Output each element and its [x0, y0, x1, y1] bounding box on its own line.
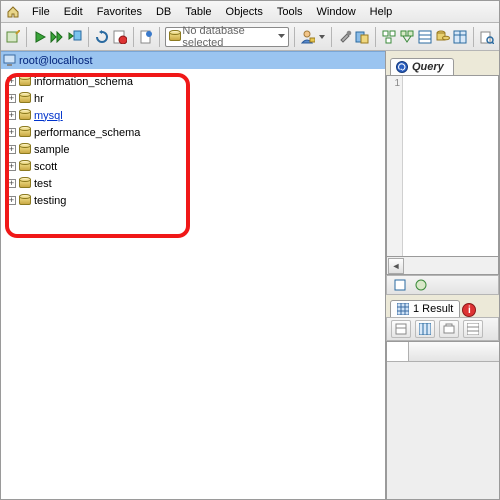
expand-icon[interactable]: +	[7, 77, 16, 86]
database-icon	[19, 143, 31, 156]
db-item-information_schema[interactable]: + information_schema	[5, 73, 381, 90]
menu-favorites[interactable]: Favorites	[90, 4, 149, 20]
tool-icon-1[interactable]	[337, 28, 353, 46]
result-tab-bar: 1 Result i	[386, 295, 499, 317]
db-label: hr	[34, 93, 44, 105]
db-label: information_schema	[34, 76, 133, 88]
expand-icon[interactable]: +	[7, 179, 16, 188]
chevron-down-icon[interactable]	[318, 30, 326, 44]
database-icon	[19, 160, 31, 173]
schema-icon-2[interactable]	[399, 28, 415, 46]
database-icon	[169, 30, 179, 43]
database-icon	[19, 194, 31, 207]
monitor-icon	[3, 54, 16, 67]
menu-tools[interactable]: Tools	[270, 4, 310, 20]
expand-icon[interactable]: +	[7, 111, 16, 120]
tab-result-1[interactable]: 1 Result	[390, 300, 460, 317]
result-tab-label: 1 Result	[413, 303, 453, 315]
database-tree: + information_schema + hr + mysql + performance…	[1, 69, 385, 213]
script-icon[interactable]	[138, 28, 154, 46]
database-icon	[19, 92, 31, 105]
query-tab-icon	[396, 61, 408, 73]
result-toolbar	[386, 317, 499, 341]
db-label: sample	[34, 144, 69, 156]
menu-table[interactable]: Table	[178, 4, 218, 20]
execute-and-edit-icon[interactable]	[67, 28, 83, 46]
result-btn-3[interactable]	[439, 320, 459, 338]
database-selector[interactable]: No database selected	[165, 27, 289, 47]
db-item-testing[interactable]: + testing	[5, 192, 381, 209]
stop-icon[interactable]	[112, 28, 128, 46]
refresh-icon[interactable]	[94, 28, 110, 46]
new-connection-icon[interactable]	[5, 28, 21, 46]
home-icon[interactable]	[5, 4, 21, 20]
result-grid-icon	[397, 303, 409, 315]
tool-icon-2[interactable]	[355, 28, 371, 46]
connection-root[interactable]: root@localhost	[1, 51, 385, 69]
result-grid[interactable]	[386, 341, 499, 499]
expand-icon[interactable]: +	[7, 162, 16, 171]
find-icon[interactable]	[479, 28, 495, 46]
table-icon-1[interactable]	[417, 28, 433, 46]
editor-tab-bar: Query	[386, 51, 499, 75]
menu-objects[interactable]: Objects	[219, 4, 270, 20]
result-btn-2[interactable]	[415, 320, 435, 338]
expand-icon[interactable]: +	[7, 196, 16, 205]
database-icon	[19, 75, 31, 88]
editor-hscroll[interactable]: ◄	[386, 257, 499, 275]
ribbon-icon-2[interactable]	[412, 276, 430, 294]
expand-icon[interactable]: +	[7, 128, 16, 137]
menu-help[interactable]: Help	[363, 4, 400, 20]
query-tab-label: Query	[412, 61, 444, 73]
menu-edit[interactable]: Edit	[57, 4, 90, 20]
mid-ribbon	[386, 275, 499, 295]
messages-tab-icon[interactable]: i	[462, 303, 476, 317]
table-icon-2[interactable]	[452, 28, 468, 46]
db-label: test	[34, 178, 52, 190]
app-window: File Edit Favorites DB Table Objects Too…	[0, 0, 500, 500]
menu-file[interactable]: File	[25, 4, 57, 20]
expand-icon[interactable]: +	[7, 145, 16, 154]
result-grid-header	[387, 342, 499, 362]
tab-query[interactable]: Query	[390, 58, 454, 75]
menu-window[interactable]: Window	[310, 4, 363, 20]
db-item-performance_schema[interactable]: + performance_schema	[5, 124, 381, 141]
chevron-down-icon	[277, 32, 286, 41]
scroll-left-icon[interactable]: ◄	[388, 258, 404, 274]
db-item-hr[interactable]: + hr	[5, 90, 381, 107]
ribbon-icon-1[interactable]	[391, 276, 409, 294]
db-label: mysql	[34, 110, 63, 122]
database-icon	[19, 177, 31, 190]
editor-gutter: 1	[387, 76, 403, 256]
database-selector-text: No database selected	[182, 25, 274, 49]
db-item-test[interactable]: + test	[5, 175, 381, 192]
object-browser: root@localhost + information_schema + hr + my…	[1, 51, 386, 499]
user-manager-icon[interactable]	[300, 28, 316, 46]
sql-editor-wrap: 1	[386, 75, 499, 257]
menu-db[interactable]: DB	[149, 4, 178, 20]
result-btn-4[interactable]	[463, 320, 483, 338]
database-icon	[19, 109, 31, 122]
toolbar: No database selected	[1, 23, 499, 51]
database-icon	[19, 126, 31, 139]
db-label: performance_schema	[34, 127, 140, 139]
db-item-mysql[interactable]: + mysql	[5, 107, 381, 124]
db-item-scott[interactable]: + scott	[5, 158, 381, 175]
db-label: scott	[34, 161, 57, 173]
execute-icon[interactable]	[32, 28, 48, 46]
execute-all-icon[interactable]	[49, 28, 65, 46]
schema-icon-1[interactable]	[381, 28, 397, 46]
expand-icon[interactable]: +	[7, 94, 16, 103]
db-label: testing	[34, 195, 66, 207]
connection-label: root@localhost	[19, 55, 93, 67]
result-btn-1[interactable]	[391, 320, 411, 338]
db-item-sample[interactable]: + sample	[5, 141, 381, 158]
sql-editor[interactable]	[403, 76, 498, 256]
right-pane: Query 1 ◄ 1 Result i	[386, 51, 499, 499]
copy-db-icon[interactable]	[435, 28, 451, 46]
row-selector-corner[interactable]	[387, 342, 409, 361]
main-body: root@localhost + information_schema + hr + my…	[1, 51, 499, 499]
menu-bar: File Edit Favorites DB Table Objects Too…	[1, 1, 499, 23]
